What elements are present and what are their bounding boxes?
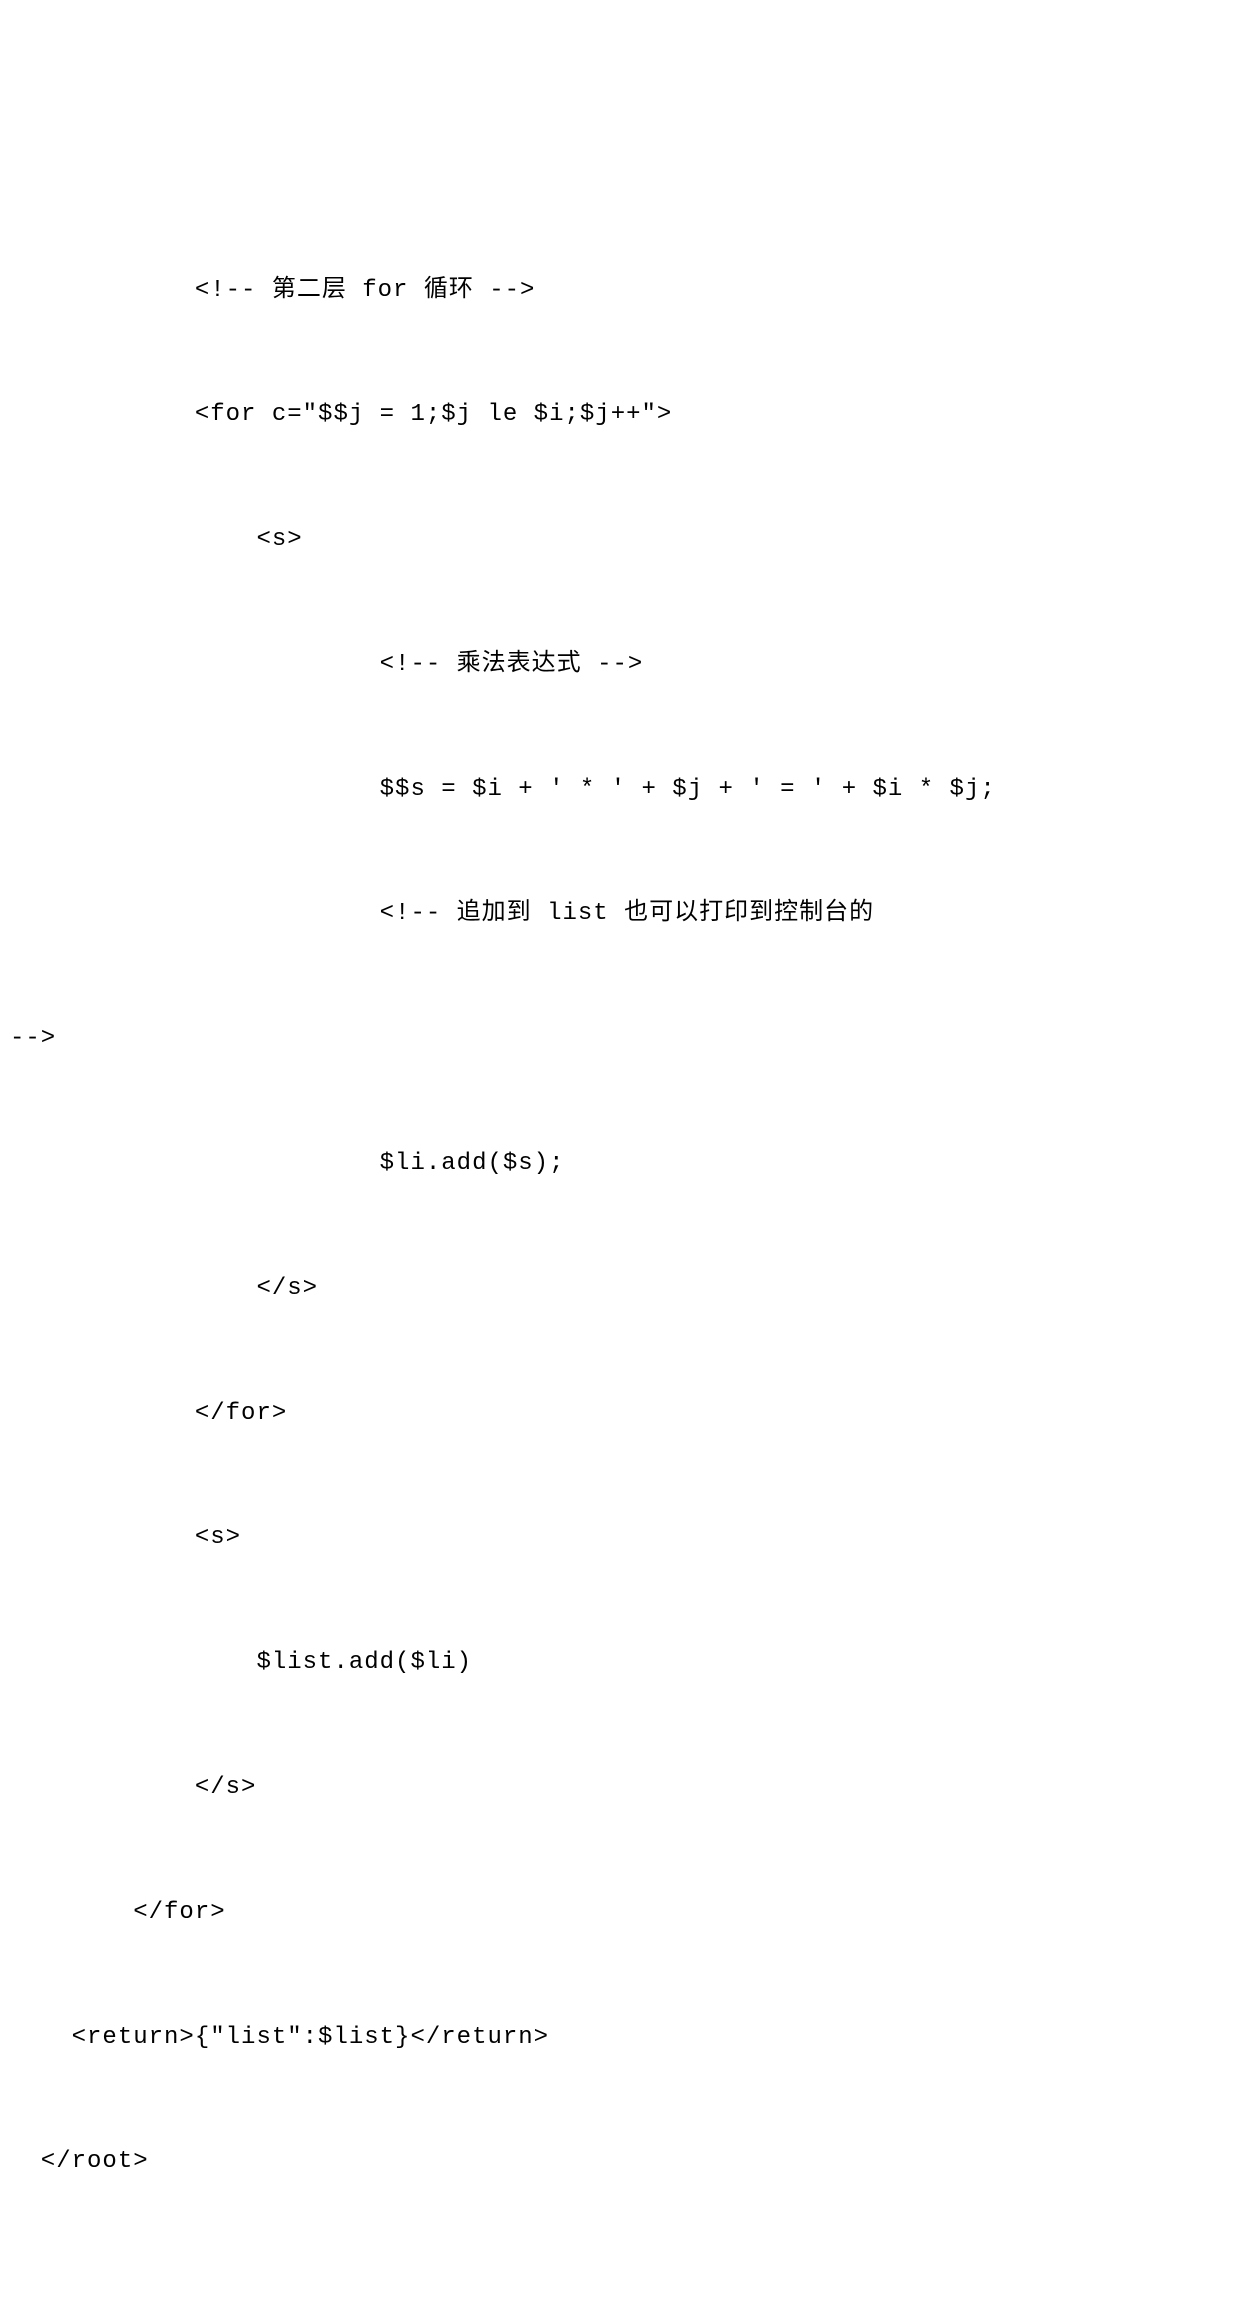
code-line: </s>: [10, 1757, 1230, 1819]
code-line: $li.add($s);: [10, 1133, 1230, 1195]
code-line: <!-- 乘法表达式 -->: [10, 634, 1230, 696]
code-line: <return>{"list":$list}</return>: [10, 2007, 1230, 2069]
code-line: -->: [10, 1008, 1230, 1070]
code-line: <for c="$$j = 1;$j le $i;$j++">: [10, 384, 1230, 446]
code-line: </root>: [10, 2131, 1230, 2193]
code-line: </for>: [10, 1882, 1230, 1944]
code-line: <!-- 追加到 list 也可以打印到控制台的: [10, 883, 1230, 945]
code-line: $list.add($li): [10, 1632, 1230, 1694]
code-line: $$s = $i + ' * ' + $j + ' = ' + $i * $j;: [10, 759, 1230, 821]
code-line: <s>: [10, 1507, 1230, 1569]
code-line: <s>: [10, 509, 1230, 571]
code-line: </for>: [10, 1383, 1230, 1445]
code-line: <!-- 第二层 for 循环 -->: [10, 260, 1230, 322]
code-line: </s>: [10, 1258, 1230, 1320]
